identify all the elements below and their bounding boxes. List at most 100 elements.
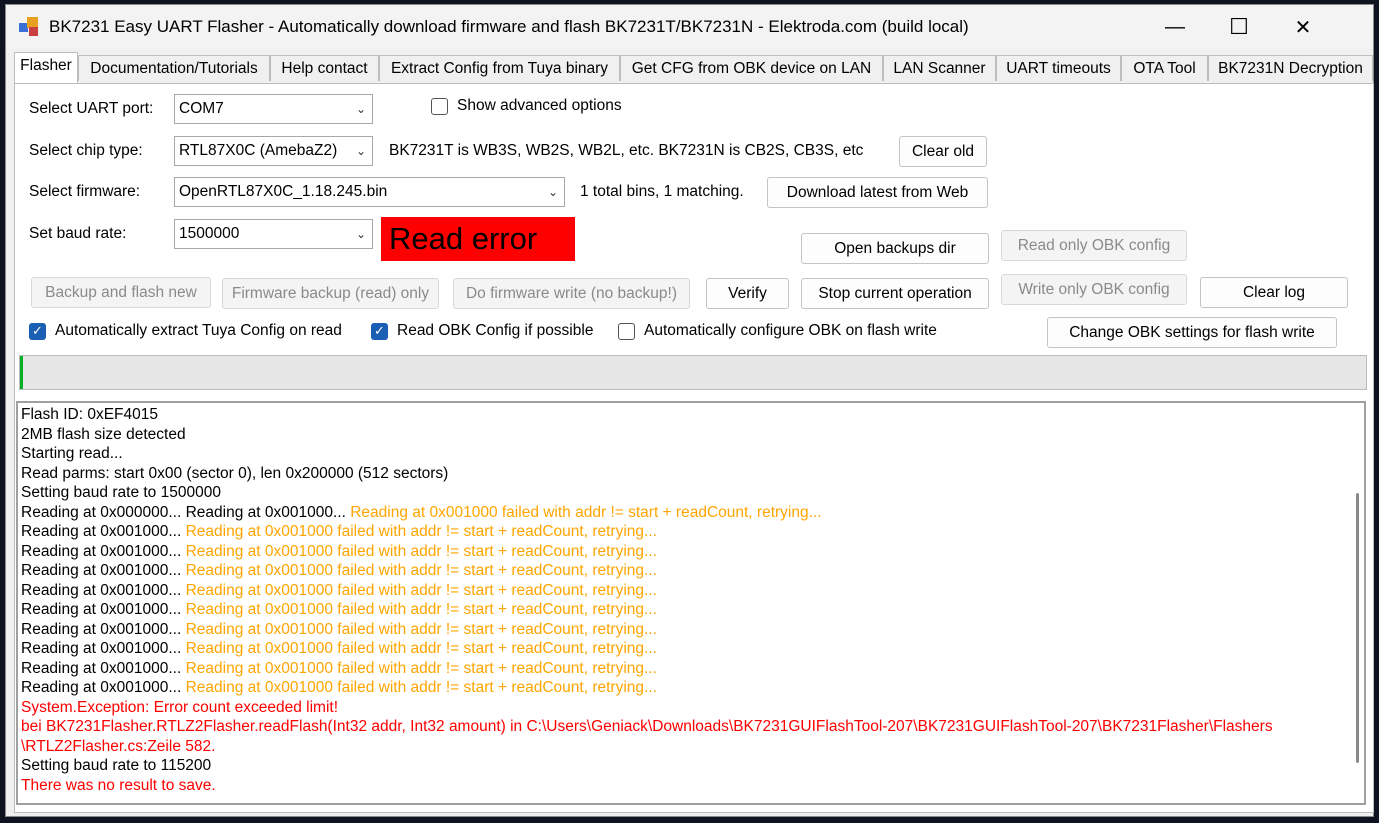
- checkmark-icon: ✓: [29, 322, 46, 340]
- tab-lan-scanner[interactable]: LAN Scanner: [883, 55, 996, 81]
- log-warning-text: Reading at 0x001000 failed with addr != …: [185, 620, 657, 638]
- checkbox-unchecked-icon: [618, 322, 635, 340]
- checkbox-unchecked-icon: [431, 97, 448, 115]
- tab-ota-tool[interactable]: OTA Tool: [1121, 55, 1208, 81]
- log-lines: Flash ID: 0xEF4015 2MB flash size detecte…: [21, 405, 1346, 795]
- log-warning-text: Reading at 0x001000 failed with addr != …: [185, 679, 657, 696]
- log-line: Reading at 0x001000... Reading at 0x0010…: [21, 659, 1346, 679]
- log-warning-text: Reading at 0x001000 failed with addr != …: [185, 601, 657, 618]
- log-line: Setting baud rate to 1500000: [21, 483, 1346, 503]
- chip-type-select[interactable]: RTL87X0C (AmebaZ2) ⌄: [174, 136, 373, 166]
- chevron-down-icon: ⌄: [355, 144, 366, 158]
- read-obk-checkbox[interactable]: ✓ Read OBK Config if possible: [371, 320, 593, 342]
- tab-get-cfg[interactable]: Get CFG from OBK device on LAN: [620, 55, 883, 81]
- chevron-down-icon: ⌄: [355, 227, 366, 241]
- tab-documentation[interactable]: Documentation/Tutorials: [78, 55, 270, 81]
- checkmark-icon: ✓: [371, 322, 388, 340]
- firmware-value: OpenRTL87X0C_1.18.245.bin: [179, 183, 388, 200]
- log-text: Reading at 0x001000...: [21, 542, 186, 560]
- log-text: Reading at 0x001000...: [21, 679, 186, 696]
- log-text: Reading at 0x001000...: [21, 620, 186, 638]
- log-warning-text: Reading at 0x001000 failed with addr != …: [185, 562, 657, 579]
- log-output[interactable]: Flash ID: 0xEF4015 2MB flash size detecte…: [16, 401, 1366, 805]
- show-advanced-checkbox[interactable]: Show advanced options: [431, 95, 622, 117]
- log-line: Reading at 0x000000... Reading at 0x0010…: [21, 503, 1346, 523]
- log-text: Reading at 0x001000...: [21, 581, 186, 599]
- log-line: Reading at 0x001000... Reading at 0x0010…: [21, 581, 1346, 601]
- log-warning-text: Reading at 0x001000 failed with addr != …: [185, 523, 657, 540]
- log-text: Reading at 0x001000...: [21, 640, 186, 657]
- maximize-button[interactable]: ☐: [1207, 5, 1271, 49]
- log-warning-text: Reading at 0x001000 failed with addr != …: [185, 659, 657, 677]
- clear-old-button[interactable]: Clear old: [899, 136, 987, 167]
- log-scrollbar[interactable]: [1356, 493, 1359, 763]
- log-text: Reading at 0x000000... Reading at 0x0010…: [21, 503, 351, 521]
- progress-fill: [20, 356, 23, 389]
- log-text: Setting baud rate to 115200: [21, 757, 212, 774]
- log-line: Reading at 0x001000... Reading at 0x0010…: [21, 639, 1346, 659]
- log-line: 2MB flash size detected: [21, 425, 1346, 445]
- extract-tuya-checkbox[interactable]: ✓ Automatically extract Tuya Config on r…: [29, 320, 342, 342]
- chip-hint-text: BK7231T is WB3S, WB2S, WB2L, etc. BK7231…: [389, 142, 864, 159]
- change-obk-settings-button[interactable]: Change OBK settings for flash write: [1047, 317, 1337, 348]
- show-advanced-label: Show advanced options: [457, 97, 622, 114]
- log-line: Reading at 0x001000... Reading at 0x0010…: [21, 600, 1346, 620]
- log-text: 2MB flash size detected: [21, 425, 186, 443]
- title-bar: BK7231 Easy UART Flasher - Automatically…: [6, 5, 1373, 49]
- log-text: Reading at 0x001000...: [21, 659, 186, 677]
- log-text: Read parms: start 0x00 (sector 0), len 0…: [21, 464, 449, 482]
- close-button[interactable]: ✕: [1271, 5, 1335, 49]
- firmware-backup-button[interactable]: Firmware backup (read) only: [222, 278, 439, 309]
- log-line: Reading at 0x001000... Reading at 0x0010…: [21, 678, 1346, 698]
- log-text: Setting baud rate to 1500000: [21, 484, 221, 501]
- chevron-down-icon: ⌄: [355, 102, 366, 116]
- auto-config-label: Automatically configure OBK on flash wri…: [644, 322, 937, 339]
- log-line: Reading at 0x001000... Reading at 0x0010…: [21, 561, 1346, 581]
- firmware-select[interactable]: OpenRTL87X0C_1.18.245.bin ⌄: [174, 177, 565, 207]
- extract-tuya-label: Automatically extract Tuya Config on rea…: [55, 322, 342, 339]
- log-line: System.Exception: Error count exceeded l…: [21, 698, 1346, 718]
- baud-rate-label: Set baud rate:: [29, 225, 127, 242]
- log-line: Reading at 0x001000... Reading at 0x0010…: [21, 542, 1346, 562]
- download-latest-button[interactable]: Download latest from Web: [767, 177, 988, 208]
- minimize-button[interactable]: —: [1143, 5, 1207, 49]
- log-line: Flash ID: 0xEF4015: [21, 405, 1346, 425]
- clear-log-button[interactable]: Clear log: [1200, 277, 1348, 308]
- read-only-obk-button[interactable]: Read only OBK config: [1001, 230, 1187, 261]
- log-warning-text: Reading at 0x001000 failed with addr != …: [350, 503, 822, 521]
- log-line: \RTLZ2Flasher.cs:Zeile 582.: [21, 737, 1346, 757]
- chip-type-label: Select chip type:: [29, 142, 143, 159]
- uart-port-select[interactable]: COM7 ⌄: [174, 94, 373, 124]
- auto-config-checkbox[interactable]: Automatically configure OBK on flash wri…: [618, 320, 937, 342]
- stop-operation-button[interactable]: Stop current operation: [801, 278, 989, 309]
- log-line: bei BK7231Flasher.RTLZ2Flasher.readFlash…: [21, 717, 1346, 737]
- log-text: Reading at 0x001000...: [21, 601, 186, 618]
- log-line: Read parms: start 0x00 (sector 0), len 0…: [21, 464, 1346, 484]
- progress-bar: [19, 355, 1367, 390]
- log-warning-text: Reading at 0x001000 failed with addr != …: [185, 581, 657, 599]
- tab-help-contact[interactable]: Help contact: [270, 55, 379, 81]
- firmware-write-button[interactable]: Do firmware write (no backup!): [453, 278, 690, 309]
- chevron-down-icon: ⌄: [547, 185, 558, 199]
- log-line: There was no result to save.: [21, 776, 1346, 796]
- write-only-obk-button[interactable]: Write only OBK config: [1001, 274, 1187, 305]
- window-title: BK7231 Easy UART Flasher - Automatically…: [49, 17, 969, 36]
- log-line: Reading at 0x001000... Reading at 0x0010…: [21, 522, 1346, 542]
- log-line: Reading at 0x001000... Reading at 0x0010…: [21, 620, 1346, 640]
- uart-port-label: Select UART port:: [29, 100, 154, 117]
- open-backups-button[interactable]: Open backups dir: [801, 233, 989, 264]
- tab-uart-timeouts[interactable]: UART timeouts: [996, 55, 1121, 81]
- log-error-text: \RTLZ2Flasher.cs:Zeile 582.: [21, 737, 216, 755]
- backup-flash-button[interactable]: Backup and flash new: [31, 277, 211, 308]
- log-error-text: System.Exception: Error count exceeded l…: [21, 698, 339, 716]
- tab-extract-config[interactable]: Extract Config from Tuya binary: [379, 55, 620, 81]
- verify-button[interactable]: Verify: [706, 278, 789, 309]
- uart-port-value: COM7: [179, 100, 224, 117]
- log-warning-text: Reading at 0x001000 failed with addr != …: [185, 542, 657, 560]
- baud-rate-select[interactable]: 1500000 ⌄: [174, 219, 373, 249]
- log-line: Starting read...: [21, 444, 1346, 464]
- app-icon: [19, 17, 39, 37]
- tab-bk7231n-decryption[interactable]: BK7231N Decryption: [1208, 55, 1373, 81]
- log-text: Reading at 0x001000...: [21, 562, 186, 579]
- tab-flasher[interactable]: Flasher: [14, 52, 78, 83]
